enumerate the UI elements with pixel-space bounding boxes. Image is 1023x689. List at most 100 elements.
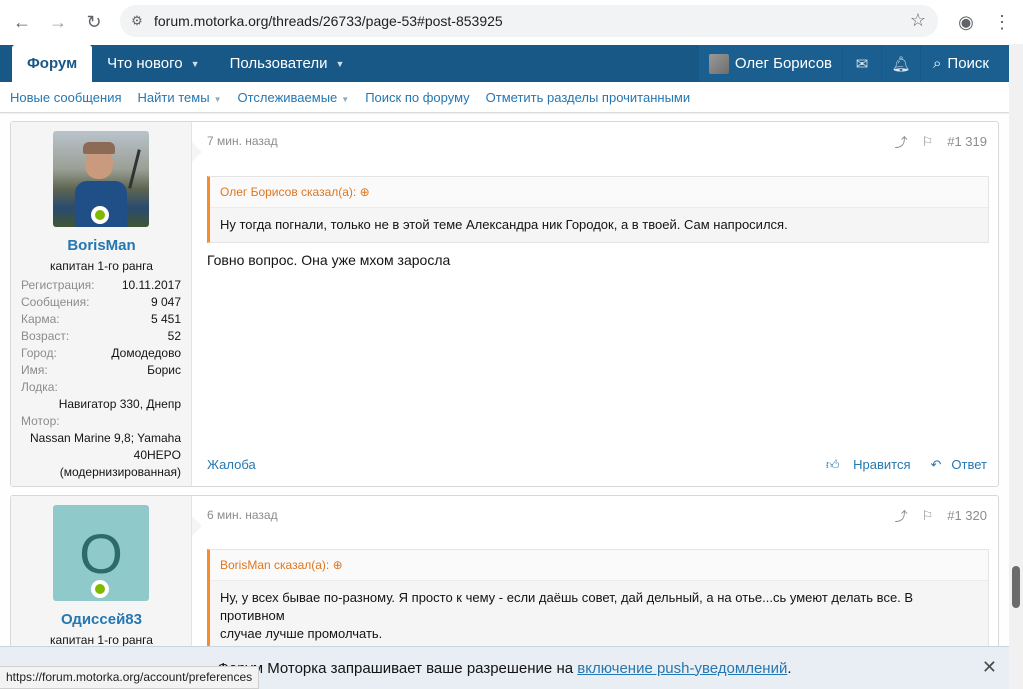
tab-users-label: Пользователи bbox=[229, 55, 328, 72]
url-text[interactable]: forum.motorka.org/threads/26733/page-53#… bbox=[154, 13, 503, 29]
reply-label: Ответ bbox=[951, 457, 987, 472]
like-button[interactable]: 👍︎ Нравится bbox=[816, 457, 911, 473]
avatar bbox=[708, 53, 729, 74]
quote-line: случае лучше промолчать. bbox=[220, 626, 383, 641]
bell-icon[interactable]: 🔔︎ bbox=[882, 45, 921, 82]
report-link[interactable]: Жалоба bbox=[207, 457, 256, 472]
stat-label: Регистрация: bbox=[21, 278, 95, 292]
bookmark-star-icon[interactable]: ☆ bbox=[910, 10, 926, 31]
tab-forum-label: Форум bbox=[27, 55, 78, 72]
forum-nav: Форум Что нового ▼ Пользователи ▼ Олег Бор… bbox=[0, 45, 1009, 82]
online-indicator-icon bbox=[91, 206, 109, 224]
chevron-down-icon: ▼ bbox=[190, 58, 200, 69]
quote-author[interactable]: Олег Борисов сказал(а): ⊕ bbox=[210, 177, 988, 208]
thumbs-up-icon: 👍︎ bbox=[825, 457, 840, 472]
stat-value: Навигатор 330, Днепр bbox=[58, 397, 181, 411]
close-icon[interactable]: ✕ bbox=[982, 657, 997, 678]
post-time[interactable]: 7 мин. назад bbox=[207, 134, 278, 148]
quote-author-text: BorisMan сказал(а): bbox=[220, 558, 330, 572]
post-number[interactable]: #1 319 bbox=[947, 134, 987, 149]
account-menu[interactable]: Олег Борисов bbox=[698, 45, 843, 82]
back-arrow-icon[interactable]: ← bbox=[4, 4, 40, 40]
status-bar-url: https://forum.motorka.org/account/prefer… bbox=[0, 666, 260, 689]
stat-value: (модернизированная) bbox=[59, 465, 181, 479]
quote-block: BorisMan сказал(а): ⊕ Ну, у всех бывае п… bbox=[207, 549, 989, 652]
subnav-mark-read[interactable]: Отметить разделы прочитанными bbox=[486, 90, 690, 105]
post-number[interactable]: #1 320 bbox=[947, 508, 987, 523]
stat-label: Карма: bbox=[21, 312, 60, 326]
stat-label: Имя: bbox=[21, 363, 48, 377]
tab-whats-new[interactable]: Что нового ▼ bbox=[92, 45, 214, 82]
search-label: Поиск bbox=[947, 55, 989, 72]
sub-nav: Новые сообщения Найти темы ▼ Отслеживаемы… bbox=[0, 82, 1009, 113]
post-footer-actions: 👍︎ Нравится ↶ Ответ bbox=[806, 457, 987, 473]
subnav-new-posts[interactable]: Новые сообщения bbox=[10, 90, 122, 105]
bookmark-icon[interactable]: ⚐ bbox=[922, 508, 934, 524]
post-time[interactable]: 6 мин. назад bbox=[207, 508, 278, 522]
chevron-down-icon: ▼ bbox=[335, 58, 345, 69]
stat-value: Борис bbox=[147, 363, 181, 377]
subnav-search-forums[interactable]: Поиск по форуму bbox=[365, 90, 469, 105]
subnav-watched[interactable]: Отслеживаемые ▼ bbox=[237, 90, 349, 105]
stat-label: Лодка: bbox=[21, 380, 58, 394]
scrollbar-thumb[interactable] bbox=[1012, 566, 1020, 608]
scrollbar[interactable] bbox=[1009, 44, 1023, 689]
message-text: Говно вопрос. Она уже мхом заросла bbox=[207, 252, 451, 268]
post-actions: ⤴ ⚐ #1 319 bbox=[881, 132, 987, 151]
like-label: Нравится bbox=[853, 457, 911, 472]
quote-text: Ну тогда погнали, только не в этой теме … bbox=[220, 217, 788, 232]
stat-label: Сообщения: bbox=[21, 295, 90, 309]
tab-forum[interactable]: Форум bbox=[12, 45, 93, 82]
subnav-find-threads[interactable]: Найти темы ▼ bbox=[138, 90, 222, 105]
subnav-watched-label: Отслеживаемые bbox=[237, 89, 338, 105]
tab-whats-new-label: Что нового bbox=[107, 55, 183, 72]
post-actions: ⤴ ⚐ #1 320 bbox=[881, 506, 987, 525]
browser-toolbar: ← → ↻ ⚙ forum.motorka.org/threads/26733/… bbox=[0, 0, 1023, 44]
search-button[interactable]: ⌕ Поиск bbox=[921, 45, 1009, 82]
post-main: 7 мин. назад ⤴ ⚐ #1 319 Олег Борисов ска… bbox=[192, 122, 998, 486]
user-stats: Регистрация: 10.11.2017 Сообщения: 9 047 К… bbox=[21, 277, 181, 481]
menu-kebab-icon[interactable]: ⋮ bbox=[984, 4, 1020, 40]
post: BorisMan капитан 1-го ранга Регистрация:… bbox=[10, 121, 999, 487]
stat-value: 10.11.2017 bbox=[121, 278, 181, 292]
stat-value: 5 451 bbox=[150, 312, 181, 326]
chevron-down-icon: ▼ bbox=[213, 94, 222, 104]
stat-value: Домодедово bbox=[111, 346, 181, 360]
quote-text: Ну, у всех бывае по-разному. Я просто к … bbox=[210, 581, 988, 651]
push-enable-link[interactable]: включение push-уведомлений bbox=[577, 660, 787, 677]
stat-value: 52 bbox=[167, 329, 181, 343]
quote-line: Ну, у всех бывае по-разному. Я просто к … bbox=[220, 590, 914, 623]
arrow-up-circle-icon[interactable]: ⊕ bbox=[333, 558, 343, 572]
forward-arrow-icon[interactable]: → bbox=[40, 4, 76, 40]
reply-button[interactable]: ↶ Ответ bbox=[921, 457, 988, 473]
quote-author[interactable]: BorisMan сказал(а): ⊕ bbox=[210, 550, 988, 581]
site-info-icon[interactable]: ⚙ bbox=[120, 13, 154, 29]
stat-label: Мотор: bbox=[21, 414, 60, 428]
subnav-find-threads-label: Найти темы bbox=[137, 89, 210, 105]
push-banner-text: Форум Моторка запрашивает ваше разрешени… bbox=[217, 659, 574, 677]
inbox-icon[interactable]: ✉ bbox=[843, 45, 882, 82]
arrow-up-circle-icon[interactable]: ⊕ bbox=[360, 185, 370, 199]
username[interactable]: BorisMan bbox=[11, 237, 192, 254]
search-icon: ⌕ bbox=[933, 55, 942, 72]
share-icon[interactable]: ⤴ bbox=[895, 506, 908, 525]
address-bar[interactable]: ⚙ forum.motorka.org/threads/26733/page-5… bbox=[120, 5, 938, 37]
bookmark-icon[interactable]: ⚐ bbox=[922, 134, 934, 150]
stat-value: 9 047 bbox=[150, 295, 181, 309]
user-rank: капитан 1-го ранга bbox=[50, 259, 153, 273]
user-cell: BorisMan капитан 1-го ранга Регистрация:… bbox=[11, 122, 202, 486]
user-rank: капитан 1-го ранга bbox=[50, 633, 153, 647]
stat-value: Nassan Marine 9,8; Yamaha bbox=[30, 431, 181, 445]
chevron-down-icon: ▼ bbox=[341, 94, 350, 104]
online-indicator-icon bbox=[91, 580, 109, 598]
reload-icon[interactable]: ↻ bbox=[76, 4, 112, 40]
stat-label: Возраст: bbox=[21, 329, 70, 343]
quote-block: Олег Борисов сказал(а): ⊕ Ну тогда погна… bbox=[207, 176, 989, 243]
stat-label: Город: bbox=[21, 346, 57, 360]
quote-author-text: Олег Борисов сказал(а): bbox=[220, 185, 357, 199]
username[interactable]: Одиссей83 bbox=[11, 611, 192, 628]
profile-icon[interactable]: ◉ bbox=[948, 4, 984, 40]
tab-users[interactable]: Пользователи ▼ bbox=[215, 45, 360, 82]
reply-arrow-icon: ↶ bbox=[930, 457, 942, 472]
share-icon[interactable]: ⤴ bbox=[895, 132, 908, 151]
